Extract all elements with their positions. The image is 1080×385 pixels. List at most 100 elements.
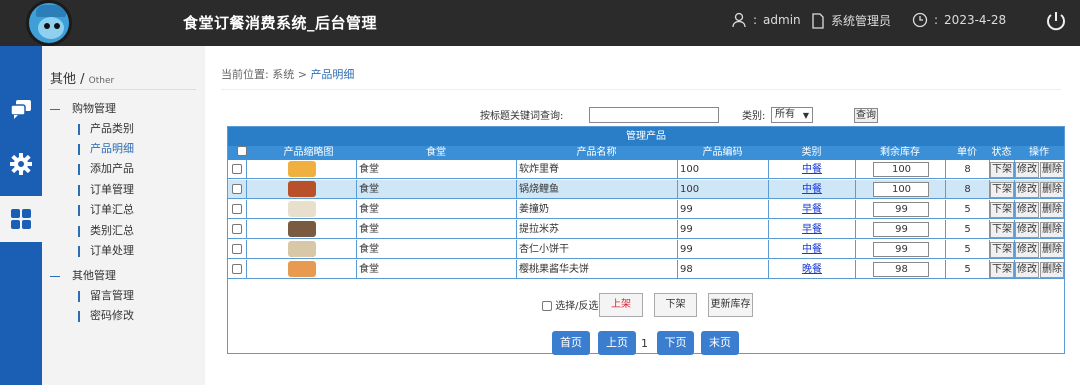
select-toggle-checkbox[interactable]: [542, 301, 552, 311]
document-icon: [812, 12, 824, 29]
delete-button[interactable]: 删除: [1040, 222, 1064, 238]
sidebar-item-product-detail[interactable]: 产品明细: [78, 140, 134, 156]
category-link[interactable]: 晚餐: [802, 264, 822, 275]
category-cell: 中餐: [768, 160, 855, 179]
category-cell: 早餐: [768, 200, 855, 219]
product-thumbnail-cell: [246, 180, 356, 199]
sidebar-item-order-process[interactable]: 订单处理: [78, 242, 134, 258]
edit-button[interactable]: 修改: [1015, 182, 1039, 198]
status-cell: 下架: [989, 200, 1014, 219]
table-row: 食堂 软炸里脊 100 中餐 100 8 下架 修改 删除: [228, 160, 1064, 179]
next-page-button[interactable]: 下页: [657, 331, 694, 355]
row-checkbox[interactable]: [232, 164, 242, 174]
stock-input[interactable]: 99: [872, 222, 929, 237]
role-info: 系统管理员: [811, 12, 891, 29]
status-cell: 下架: [989, 160, 1014, 179]
col-code: 产品编码: [702, 147, 743, 158]
row-checkbox[interactable]: [232, 184, 242, 194]
price-cell: 8: [945, 180, 989, 199]
category-link[interactable]: 中餐: [802, 164, 822, 175]
edit-button[interactable]: 修改: [1015, 162, 1039, 178]
canteen-cell: 食堂: [356, 180, 516, 199]
category-cell: 中餐: [768, 180, 855, 199]
delete-button[interactable]: 删除: [1040, 162, 1064, 178]
category-select[interactable]: 所有 ▼: [771, 107, 813, 123]
offline-row-button[interactable]: 下架: [990, 162, 1014, 178]
prev-page-button[interactable]: 上页: [598, 331, 636, 355]
stock-input[interactable]: 99: [872, 242, 929, 257]
stock-input[interactable]: 100: [872, 182, 929, 197]
canteen-cell: 食堂: [356, 220, 516, 239]
category-cell: 晚餐: [768, 260, 855, 279]
edit-button[interactable]: 修改: [1015, 242, 1039, 258]
gear-icon: [10, 153, 32, 175]
actions-cell: 修改 删除: [1014, 260, 1064, 279]
col-thumb: 产品缩略图: [283, 147, 334, 158]
delete-button[interactable]: 删除: [1040, 202, 1064, 218]
user-icon: [732, 12, 746, 28]
rail-messages[interactable]: [0, 86, 42, 132]
first-page-button[interactable]: 首页: [552, 331, 590, 355]
row-checkbox[interactable]: [232, 204, 242, 214]
product-thumbnail-cell: [246, 260, 356, 279]
col-category: 类别: [801, 147, 822, 158]
offline-row-button[interactable]: 下架: [990, 222, 1014, 238]
stock-input[interactable]: 98: [872, 262, 929, 277]
select-toggle[interactable]: 选择/反选: [542, 297, 599, 312]
product-thumbnail: [287, 181, 316, 197]
rail-settings[interactable]: [0, 141, 42, 187]
breadcrumb-root[interactable]: 系统: [272, 68, 294, 81]
online-button[interactable]: 上架: [599, 293, 643, 317]
row-checkbox-cell: [228, 260, 246, 279]
user-info: : admin: [731, 12, 801, 28]
category-link[interactable]: 早餐: [802, 204, 822, 215]
edit-button[interactable]: 修改: [1015, 222, 1039, 238]
status-cell: 下架: [989, 240, 1014, 259]
sidebar-item-product-category[interactable]: 产品类别: [78, 120, 134, 136]
sidebar-group-other[interactable]: 其他管理: [50, 267, 116, 283]
breadcrumb-current: 产品明细: [310, 68, 355, 81]
sidebar-item-add-product[interactable]: 添加产品: [78, 160, 134, 176]
search-input[interactable]: [589, 107, 719, 123]
name-cell: 锅烧鲤鱼: [516, 180, 677, 199]
delete-button[interactable]: 删除: [1040, 262, 1064, 278]
offline-row-button[interactable]: 下架: [990, 182, 1014, 198]
query-button[interactable]: 查询: [854, 108, 878, 123]
sidebar-item-password[interactable]: 密码修改: [78, 307, 134, 323]
row-checkbox[interactable]: [232, 224, 242, 234]
category-link[interactable]: 早餐: [802, 224, 822, 235]
delete-button[interactable]: 删除: [1040, 242, 1064, 258]
price-cell: 5: [945, 200, 989, 219]
row-checkbox[interactable]: [232, 244, 242, 254]
name-cell: 樱桃果酱华夫饼: [516, 260, 677, 279]
offline-row-button[interactable]: 下架: [990, 242, 1014, 258]
actions-cell: 修改 删除: [1014, 200, 1064, 219]
sidebar-group-shopping[interactable]: 购物管理: [50, 100, 116, 116]
sidebar-item-messages[interactable]: 留言管理: [78, 287, 134, 303]
sidebar-item-order-summary[interactable]: 订单汇总: [78, 201, 134, 217]
edit-button[interactable]: 修改: [1015, 202, 1039, 218]
last-page-button[interactable]: 末页: [701, 331, 739, 355]
edit-button[interactable]: 修改: [1015, 262, 1039, 278]
sidebar-item-order-manage[interactable]: 订单管理: [78, 181, 134, 197]
rail-apps[interactable]: [0, 196, 42, 242]
stock-input[interactable]: 100: [872, 162, 929, 177]
offline-button[interactable]: 下架: [654, 293, 697, 317]
sidebar-item-category-summary[interactable]: 类别汇总: [78, 222, 134, 238]
row-checkbox-cell: [228, 200, 246, 219]
category-link[interactable]: 中餐: [802, 244, 822, 255]
sidebar-title: 其他 / Other: [50, 72, 115, 87]
offline-row-button[interactable]: 下架: [990, 262, 1014, 278]
row-checkbox[interactable]: [232, 264, 242, 274]
update-stock-button[interactable]: 更新库存: [708, 293, 753, 317]
power-icon[interactable]: [1044, 9, 1068, 33]
category-label: 类别:: [742, 111, 766, 122]
app-title: 食堂订餐消费系统_后台管理: [183, 14, 378, 32]
current-date: 2023-4-28: [944, 13, 1007, 27]
stock-input[interactable]: 99: [872, 202, 929, 217]
delete-button[interactable]: 删除: [1040, 182, 1064, 198]
code-cell: 100: [677, 160, 768, 179]
offline-row-button[interactable]: 下架: [990, 202, 1014, 218]
category-link[interactable]: 中餐: [802, 184, 822, 195]
col-actions: 操作: [1029, 147, 1049, 158]
